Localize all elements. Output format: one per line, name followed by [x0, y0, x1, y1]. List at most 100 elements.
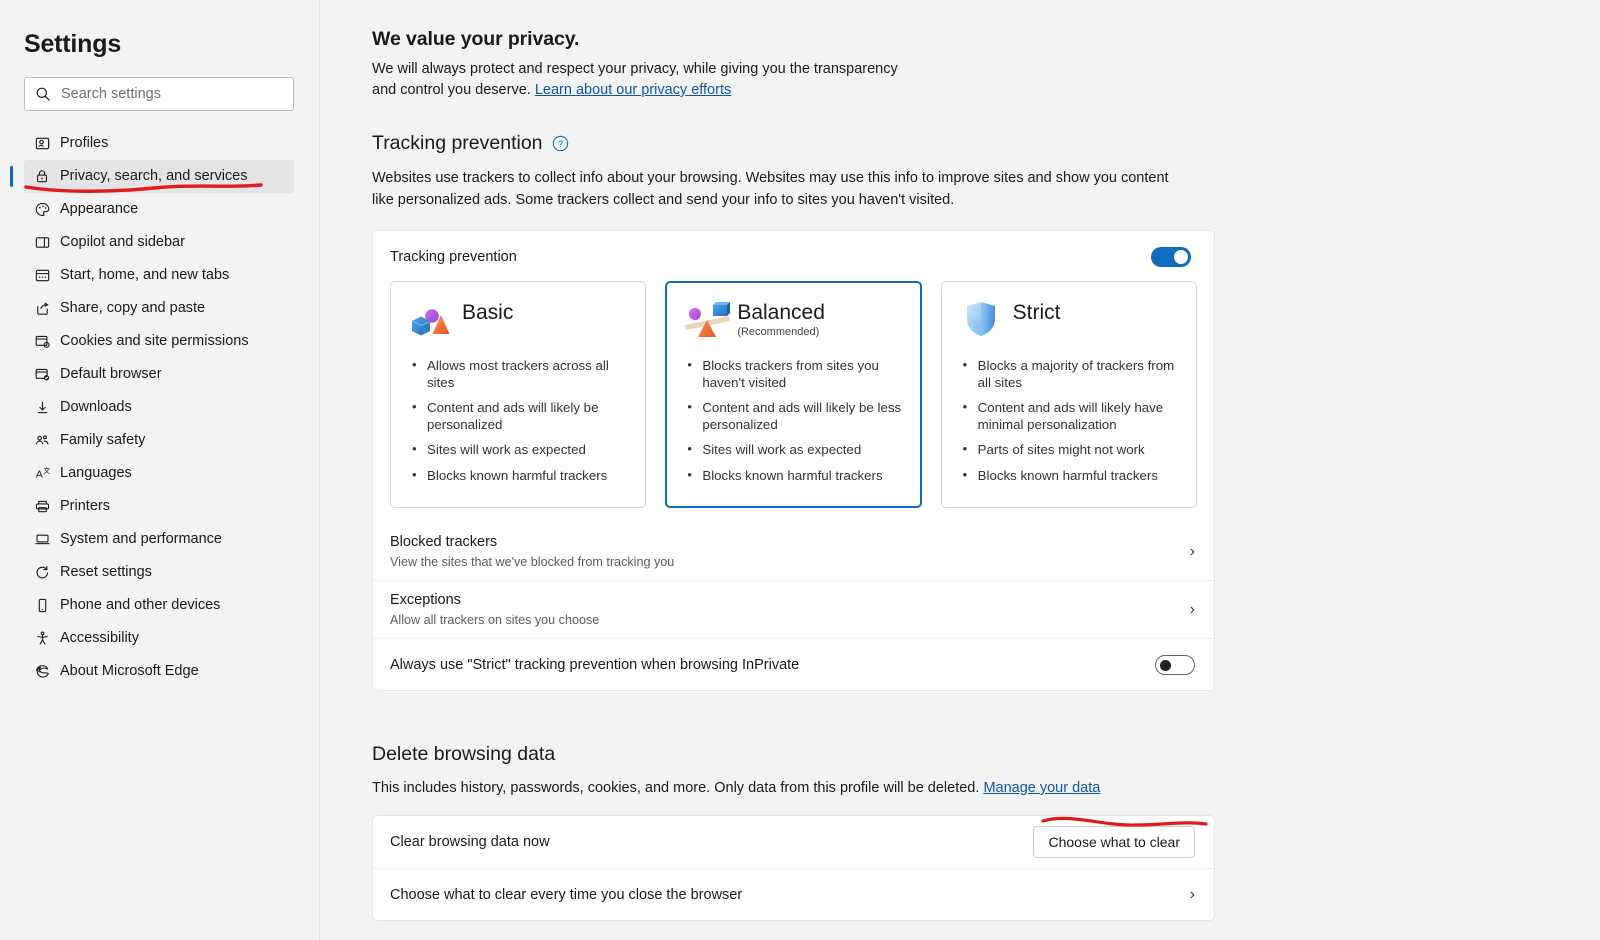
download-arrow-icon [32, 398, 52, 418]
tracking-card-bullet: Blocks known harmful trackers [959, 467, 1179, 485]
chevron-right-icon[interactable]: › [1190, 543, 1195, 560]
tracking-prevention-panel: Tracking prevention Basic • Allows most … [372, 230, 1215, 691]
sidebar-item-appearance[interactable]: Appearance [24, 193, 294, 226]
sidebar-item-phone-and-other-devices[interactable]: Phone and other devices [24, 589, 294, 622]
sidebar-item-system-and-performance[interactable]: System and performance [24, 523, 294, 556]
choose-what-to-clear-button[interactable]: Choose what to clear [1033, 826, 1195, 858]
phone-icon [32, 596, 52, 616]
privacy-description: We will always protect and respect your … [372, 59, 912, 101]
tracking-row[interactable]: Blocked trackers View the sites that we'… [373, 523, 1214, 580]
sidebar-item-start-home-and-new-tabs[interactable]: Start, home, and new tabs [24, 259, 294, 292]
sidebar-item-default-browser[interactable]: Default browser [24, 358, 294, 391]
cookie-settings-icon [32, 332, 52, 352]
tracking-row-subtitle: View the sites that we've blocked from t… [390, 555, 675, 569]
tracking-card-bullet: Blocks a majority of trackers from all s… [959, 357, 1179, 391]
search-settings-box[interactable] [24, 77, 294, 111]
tracking-card-bullets: Allows most trackers across all sites Con… [408, 357, 628, 485]
tracking-card-bullets: Blocks a majority of trackers from all s… [959, 357, 1179, 485]
tracking-card-balanced[interactable]: Balanced (Recommended) Blocks trackers f… [665, 281, 922, 508]
help-circle-icon[interactable]: ? [552, 135, 569, 152]
tracking-row[interactable]: Always use "Strict" tracking prevention … [373, 638, 1214, 690]
tracking-card-strict[interactable]: Strict Blocks a majority of trackers fro… [940, 281, 1197, 508]
accessibility-person-icon [32, 629, 52, 649]
chevron-right-icon[interactable]: › [1190, 886, 1195, 903]
settings-page: Settings Profiles Privacy, search, and s… [0, 0, 1600, 940]
tracking-card-bullet: Sites will work as expected [408, 441, 628, 459]
sidebar-item-privacy-search-and-services[interactable]: Privacy, search, and services [10, 160, 294, 193]
manage-your-data-link[interactable]: Manage your data [983, 780, 1100, 796]
delete-data-row[interactable]: Choose what to clear every time you clos… [373, 868, 1214, 920]
tracking-card-basic[interactable]: Basic Allows most trackers across all si… [390, 281, 647, 508]
shapes-cube-sphere-cone-icon [408, 299, 452, 339]
sidebar-item-label: Phone and other devices [60, 597, 221, 614]
sidebar-item-label: Default browser [60, 366, 162, 383]
tracking-card-bullet: Blocks known harmful trackers [408, 467, 628, 485]
delete-data-description: This includes history, passwords, cookie… [372, 780, 1215, 796]
tracking-card-title: Basic [462, 301, 514, 324]
svg-text:?: ? [558, 139, 563, 149]
lock-icon [32, 167, 52, 187]
privacy-efforts-link[interactable]: Learn about our privacy efforts [535, 82, 731, 98]
tracking-card-bullet: Sites will work as expected [683, 441, 903, 459]
chevron-right-icon[interactable]: › [1190, 601, 1195, 618]
tracking-level-cards: Basic Allows most trackers across all si… [373, 267, 1214, 508]
tracking-prevention-heading: Tracking prevention ? [372, 132, 1215, 155]
tracking-card-bullet: Content and ads will likely have minimal… [959, 399, 1179, 433]
shield-icon [959, 299, 1003, 339]
tracking-card-bullet: Blocks known harmful trackers [683, 467, 903, 485]
sidebar-item-profiles[interactable]: Profiles [24, 127, 294, 160]
svg-text:文: 文 [43, 466, 50, 475]
tracking-card-title: Balanced [737, 301, 825, 324]
tracking-prevention-toggle-row: Tracking prevention [373, 231, 1214, 267]
sidebar-item-cookies-and-site-permissions[interactable]: Cookies and site permissions [24, 325, 294, 358]
sidebar-item-printers[interactable]: Printers [24, 490, 294, 523]
tracking-row[interactable]: Exceptions Allow all trackers on sites y… [373, 580, 1214, 638]
delete-data-row[interactable]: Clear browsing data now Choose what to c… [373, 816, 1214, 868]
sidebar-item-share-copy-and-paste[interactable]: Share, copy and paste [24, 292, 294, 325]
sidebar-item-label: Accessibility [60, 630, 139, 647]
seesaw-balance-icon [683, 299, 731, 339]
sidebar-item-label: Share, copy and paste [60, 300, 206, 317]
sidebar-item-family-safety[interactable]: Family safety [24, 424, 294, 457]
search-input[interactable] [61, 86, 283, 102]
inprivate-strict-toggle[interactable] [1155, 654, 1195, 675]
privacy-heading: We value your privacy. [372, 28, 580, 50]
tracking-card-bullet: Allows most trackers across all sites [408, 357, 628, 391]
tracking-prevention-toggle[interactable] [1151, 247, 1191, 267]
sidebar-item-label: Cookies and site permissions [60, 333, 249, 350]
svg-text:A: A [35, 469, 42, 480]
sidebar-item-languages[interactable]: A文 Languages [24, 457, 294, 490]
sidebar-item-downloads[interactable]: Downloads [24, 391, 294, 424]
tracking-prevention-rows: Blocked trackers View the sites that we'… [373, 523, 1214, 690]
sidebar-item-copilot-and-sidebar[interactable]: Copilot and sidebar [24, 226, 294, 259]
sidebar-item-label: About Microsoft Edge [60, 663, 199, 680]
reset-arrow-icon [32, 563, 52, 583]
delete-data-row-title: Choose what to clear every time you clos… [390, 886, 743, 903]
sidebar-nav: Profiles Privacy, search, and services A… [0, 127, 319, 688]
sidebar-item-label: Languages [60, 465, 132, 482]
tracking-prevention-label: Tracking prevention [390, 249, 517, 265]
tracking-prevention-description: Websites use trackers to collect info ab… [372, 170, 1169, 208]
sidebar-item-accessibility[interactable]: Accessibility [24, 622, 294, 655]
page-title: Settings [24, 30, 122, 58]
laptop-icon [32, 530, 52, 550]
delete-data-panel: Clear browsing data now Choose what to c… [372, 815, 1215, 921]
sidebar-item-label: Printers [60, 498, 110, 515]
sidebar-item-label: Start, home, and new tabs [60, 267, 230, 284]
tracking-card-title: Strict [1012, 301, 1061, 324]
sidebar-item-label: Appearance [60, 201, 139, 218]
tracking-card-bullet: Blocks trackers from sites you haven't v… [683, 357, 903, 391]
search-icon [36, 87, 50, 101]
toggle-knob [1160, 659, 1171, 671]
sidebar-item-about-microsoft-edge[interactable]: About Microsoft Edge [24, 655, 294, 688]
sidebar-item-label: Profiles [60, 135, 109, 152]
delete-data-text: This includes history, passwords, cookie… [372, 780, 980, 796]
share-icon [32, 299, 52, 319]
sidebar-item-label: Privacy, search, and services [60, 168, 248, 185]
sidebar-item-label: Downloads [60, 399, 132, 416]
tracking-row-title: Exceptions [390, 592, 461, 608]
edge-logo-icon [32, 662, 52, 682]
tracking-card-bullets: Blocks trackers from sites you haven't v… [683, 357, 903, 485]
sidebar-item-reset-settings[interactable]: Reset settings [24, 556, 294, 589]
printer-icon [32, 497, 52, 517]
